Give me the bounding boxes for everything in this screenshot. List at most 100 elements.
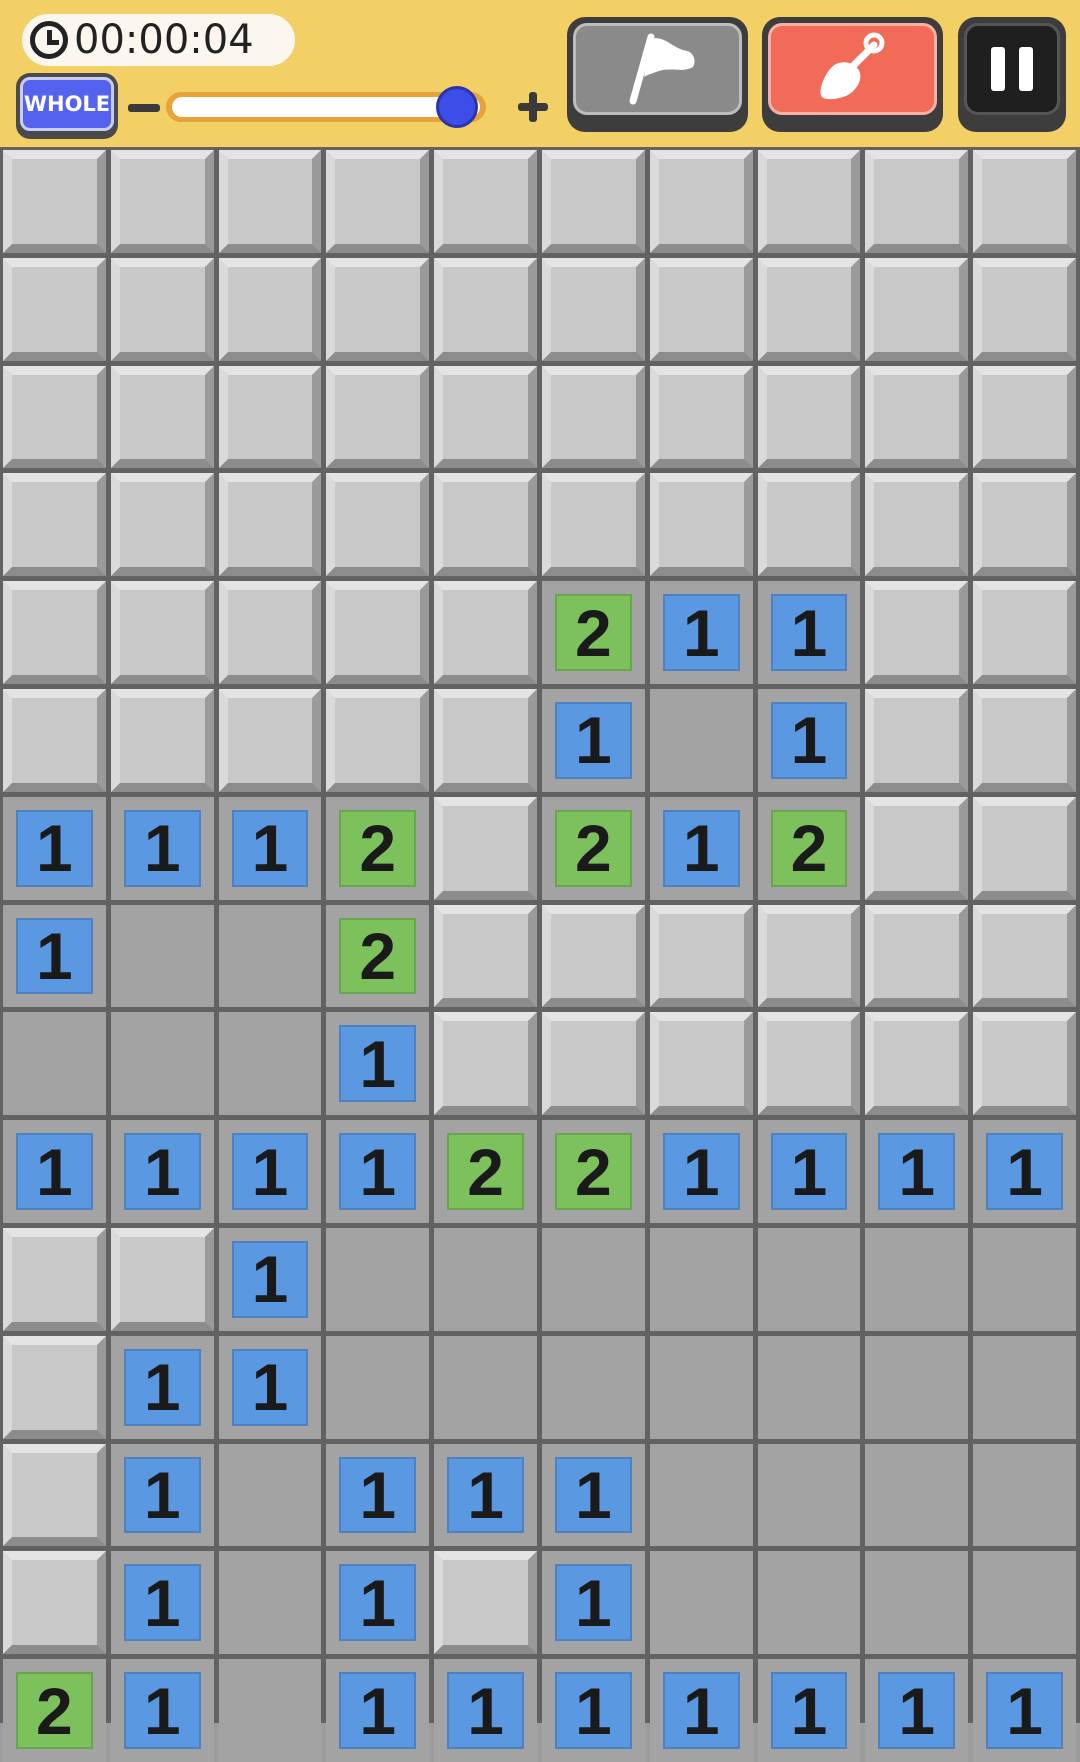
covered-cell[interactable] [3,1228,106,1331]
covered-cell[interactable] [326,689,430,792]
zoom-whole-button[interactable]: WHOLE [16,73,118,139]
covered-cell[interactable] [865,365,969,469]
covered-cell[interactable] [3,257,106,361]
covered-cell[interactable] [865,257,969,361]
number-cell: 2 [3,1659,106,1762]
covered-cell[interactable] [865,581,969,684]
covered-cell[interactable] [973,257,1076,361]
covered-cell[interactable] [973,689,1076,792]
covered-cell[interactable] [649,365,753,469]
cell-number: 2 [339,917,417,995]
zoom-slider-handle[interactable] [436,86,478,128]
covered-cell[interactable] [110,581,214,684]
flag-mode-button[interactable] [567,17,748,132]
covered-cell[interactable] [326,473,430,577]
covered-cell[interactable] [3,1335,106,1439]
covered-cell[interactable] [326,257,430,361]
covered-cell[interactable] [434,150,537,253]
pause-button[interactable] [958,17,1066,132]
pause-icon [991,47,1033,91]
zoom-in-icon[interactable] [518,92,548,122]
covered-cell[interactable] [434,473,537,577]
covered-cell[interactable] [757,1012,861,1116]
covered-cell[interactable] [434,365,537,469]
zoom-slider-track [172,97,480,117]
covered-cell[interactable] [757,257,861,361]
covered-cell[interactable] [3,1551,106,1655]
covered-cell[interactable] [865,473,969,577]
covered-cell[interactable] [649,257,753,361]
covered-cell[interactable] [865,1012,969,1116]
covered-cell[interactable] [218,473,322,577]
covered-cell[interactable] [3,1443,106,1547]
number-cell: 1 [649,581,753,684]
cell-number: 1 [339,1456,417,1534]
covered-cell[interactable] [434,581,537,684]
covered-cell[interactable] [218,581,322,684]
covered-cell[interactable] [434,257,537,361]
revealed-empty-cell [865,1443,969,1547]
covered-cell[interactable] [865,796,969,900]
covered-cell[interactable] [649,904,753,1008]
covered-cell[interactable] [218,150,322,253]
revealed-empty-cell [326,1335,430,1439]
covered-cell[interactable] [757,473,861,577]
covered-cell[interactable] [3,581,106,684]
covered-cell[interactable] [973,1012,1076,1116]
minesweeper-board[interactable]: 2111111122121211111221111111111111121111… [0,147,1080,1762]
covered-cell[interactable] [110,365,214,469]
covered-cell[interactable] [757,150,861,253]
covered-cell[interactable] [218,365,322,469]
cell-number: 1 [878,1133,956,1210]
covered-cell[interactable] [542,1012,645,1116]
covered-cell[interactable] [3,150,106,253]
covered-cell[interactable] [757,904,861,1008]
covered-cell[interactable] [326,150,430,253]
covered-cell[interactable] [973,365,1076,469]
covered-cell[interactable] [865,904,969,1008]
covered-cell[interactable] [542,150,645,253]
covered-cell[interactable] [649,1012,753,1116]
dig-mode-button[interactable] [762,17,943,132]
covered-cell[interactable] [110,473,214,577]
cell-number: 1 [339,1672,417,1749]
covered-cell[interactable] [973,796,1076,900]
covered-cell[interactable] [973,473,1076,577]
covered-cell[interactable] [434,904,537,1008]
covered-cell[interactable] [434,1551,537,1655]
cell-number: 1 [662,809,740,887]
revealed-empty-cell [973,1228,1076,1331]
revealed-empty-cell [542,1228,645,1331]
covered-cell[interactable] [649,473,753,577]
zoom-out-icon[interactable] [128,104,160,112]
covered-cell[interactable] [434,796,537,900]
covered-cell[interactable] [973,581,1076,684]
covered-cell[interactable] [542,473,645,577]
covered-cell[interactable] [865,689,969,792]
covered-cell[interactable] [542,904,645,1008]
covered-cell[interactable] [865,150,969,253]
covered-cell[interactable] [110,689,214,792]
covered-cell[interactable] [218,257,322,361]
covered-cell[interactable] [3,689,106,792]
covered-cell[interactable] [542,257,645,361]
covered-cell[interactable] [542,365,645,469]
number-cell: 1 [218,796,322,900]
covered-cell[interactable] [110,1228,214,1331]
covered-cell[interactable] [434,689,537,792]
covered-cell[interactable] [110,257,214,361]
covered-cell[interactable] [757,365,861,469]
covered-cell[interactable] [973,904,1076,1008]
covered-cell[interactable] [3,473,106,577]
covered-cell[interactable] [326,365,430,469]
number-cell: 1 [973,1659,1076,1762]
covered-cell[interactable] [3,365,106,469]
covered-cell[interactable] [434,1012,537,1116]
revealed-empty-cell [757,1551,861,1655]
covered-cell[interactable] [110,150,214,253]
covered-cell[interactable] [218,689,322,792]
covered-cell[interactable] [649,150,753,253]
number-cell: 1 [542,1443,645,1547]
covered-cell[interactable] [973,150,1076,253]
covered-cell[interactable] [326,581,430,684]
